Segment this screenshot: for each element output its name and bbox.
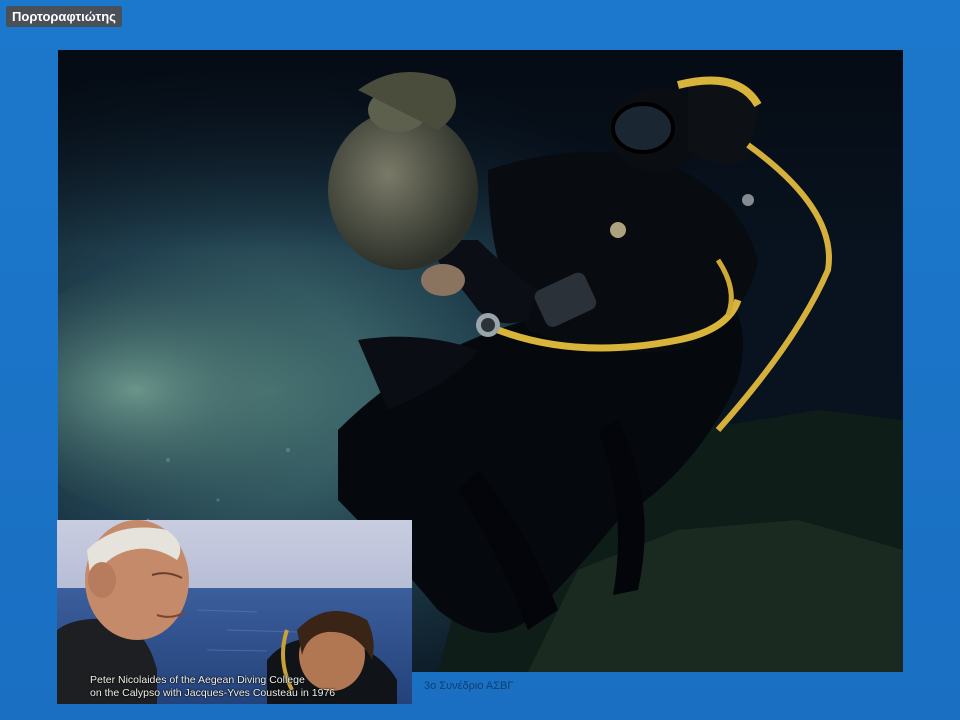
caption-line-2: on the Calypso with Jacques-Yves Coustea… [90,687,336,699]
slide-footer: 3ο Συνέδριο ΑΣΒΓ [424,680,514,692]
slide: Πορτοραφτιώτης Peter Nicolaides of the A… [0,0,960,720]
inset-caption: Peter Nicolaides of the Aegean Diving Co… [90,674,410,700]
inset-photo: Peter Nicolaides of the Aegean Diving Co… [57,520,412,704]
caption-line-1: Peter Nicolaides of the Aegean Diving Co… [90,674,305,686]
slide-title: Πορτοραφτιώτης [6,6,122,27]
